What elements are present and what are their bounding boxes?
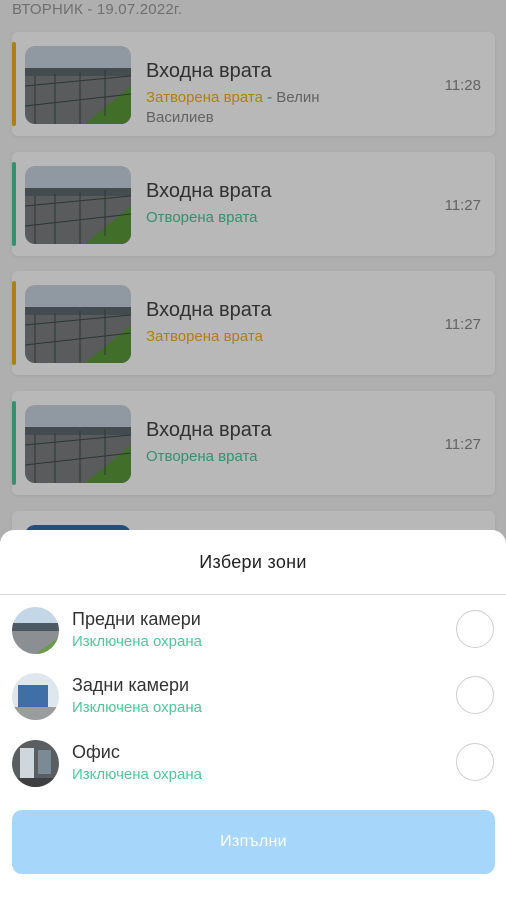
divider — [0, 594, 506, 595]
zone-avatar — [12, 607, 59, 654]
zone-name: Предни камери — [72, 609, 201, 629]
zone-status: Изключена охрана — [72, 633, 202, 650]
zone-status: Изключена охрана — [72, 699, 202, 716]
select-zones-sheet: Избери зони Предни камери Изключена охра… — [0, 530, 506, 900]
zone-radio[interactable] — [456, 676, 494, 714]
zone-radio[interactable] — [456, 610, 494, 648]
zone-item-office[interactable]: Офис Изключена охрана — [0, 733, 506, 793]
zone-name: Офис — [72, 742, 120, 762]
sheet-title: Избери зони — [199, 552, 307, 572]
zone-item-front-cameras[interactable]: Предни камери Изключена охрана — [0, 600, 506, 660]
zone-name: Задни камери — [72, 675, 190, 695]
zone-status: Изключена охрана — [72, 766, 202, 783]
execute-button[interactable]: Изпълни — [12, 810, 495, 874]
zone-avatar — [12, 673, 59, 720]
zone-item-back-cameras[interactable]: Задни камери Изключена охрана — [0, 666, 506, 726]
zone-avatar — [12, 740, 59, 787]
zone-radio[interactable] — [456, 743, 494, 781]
